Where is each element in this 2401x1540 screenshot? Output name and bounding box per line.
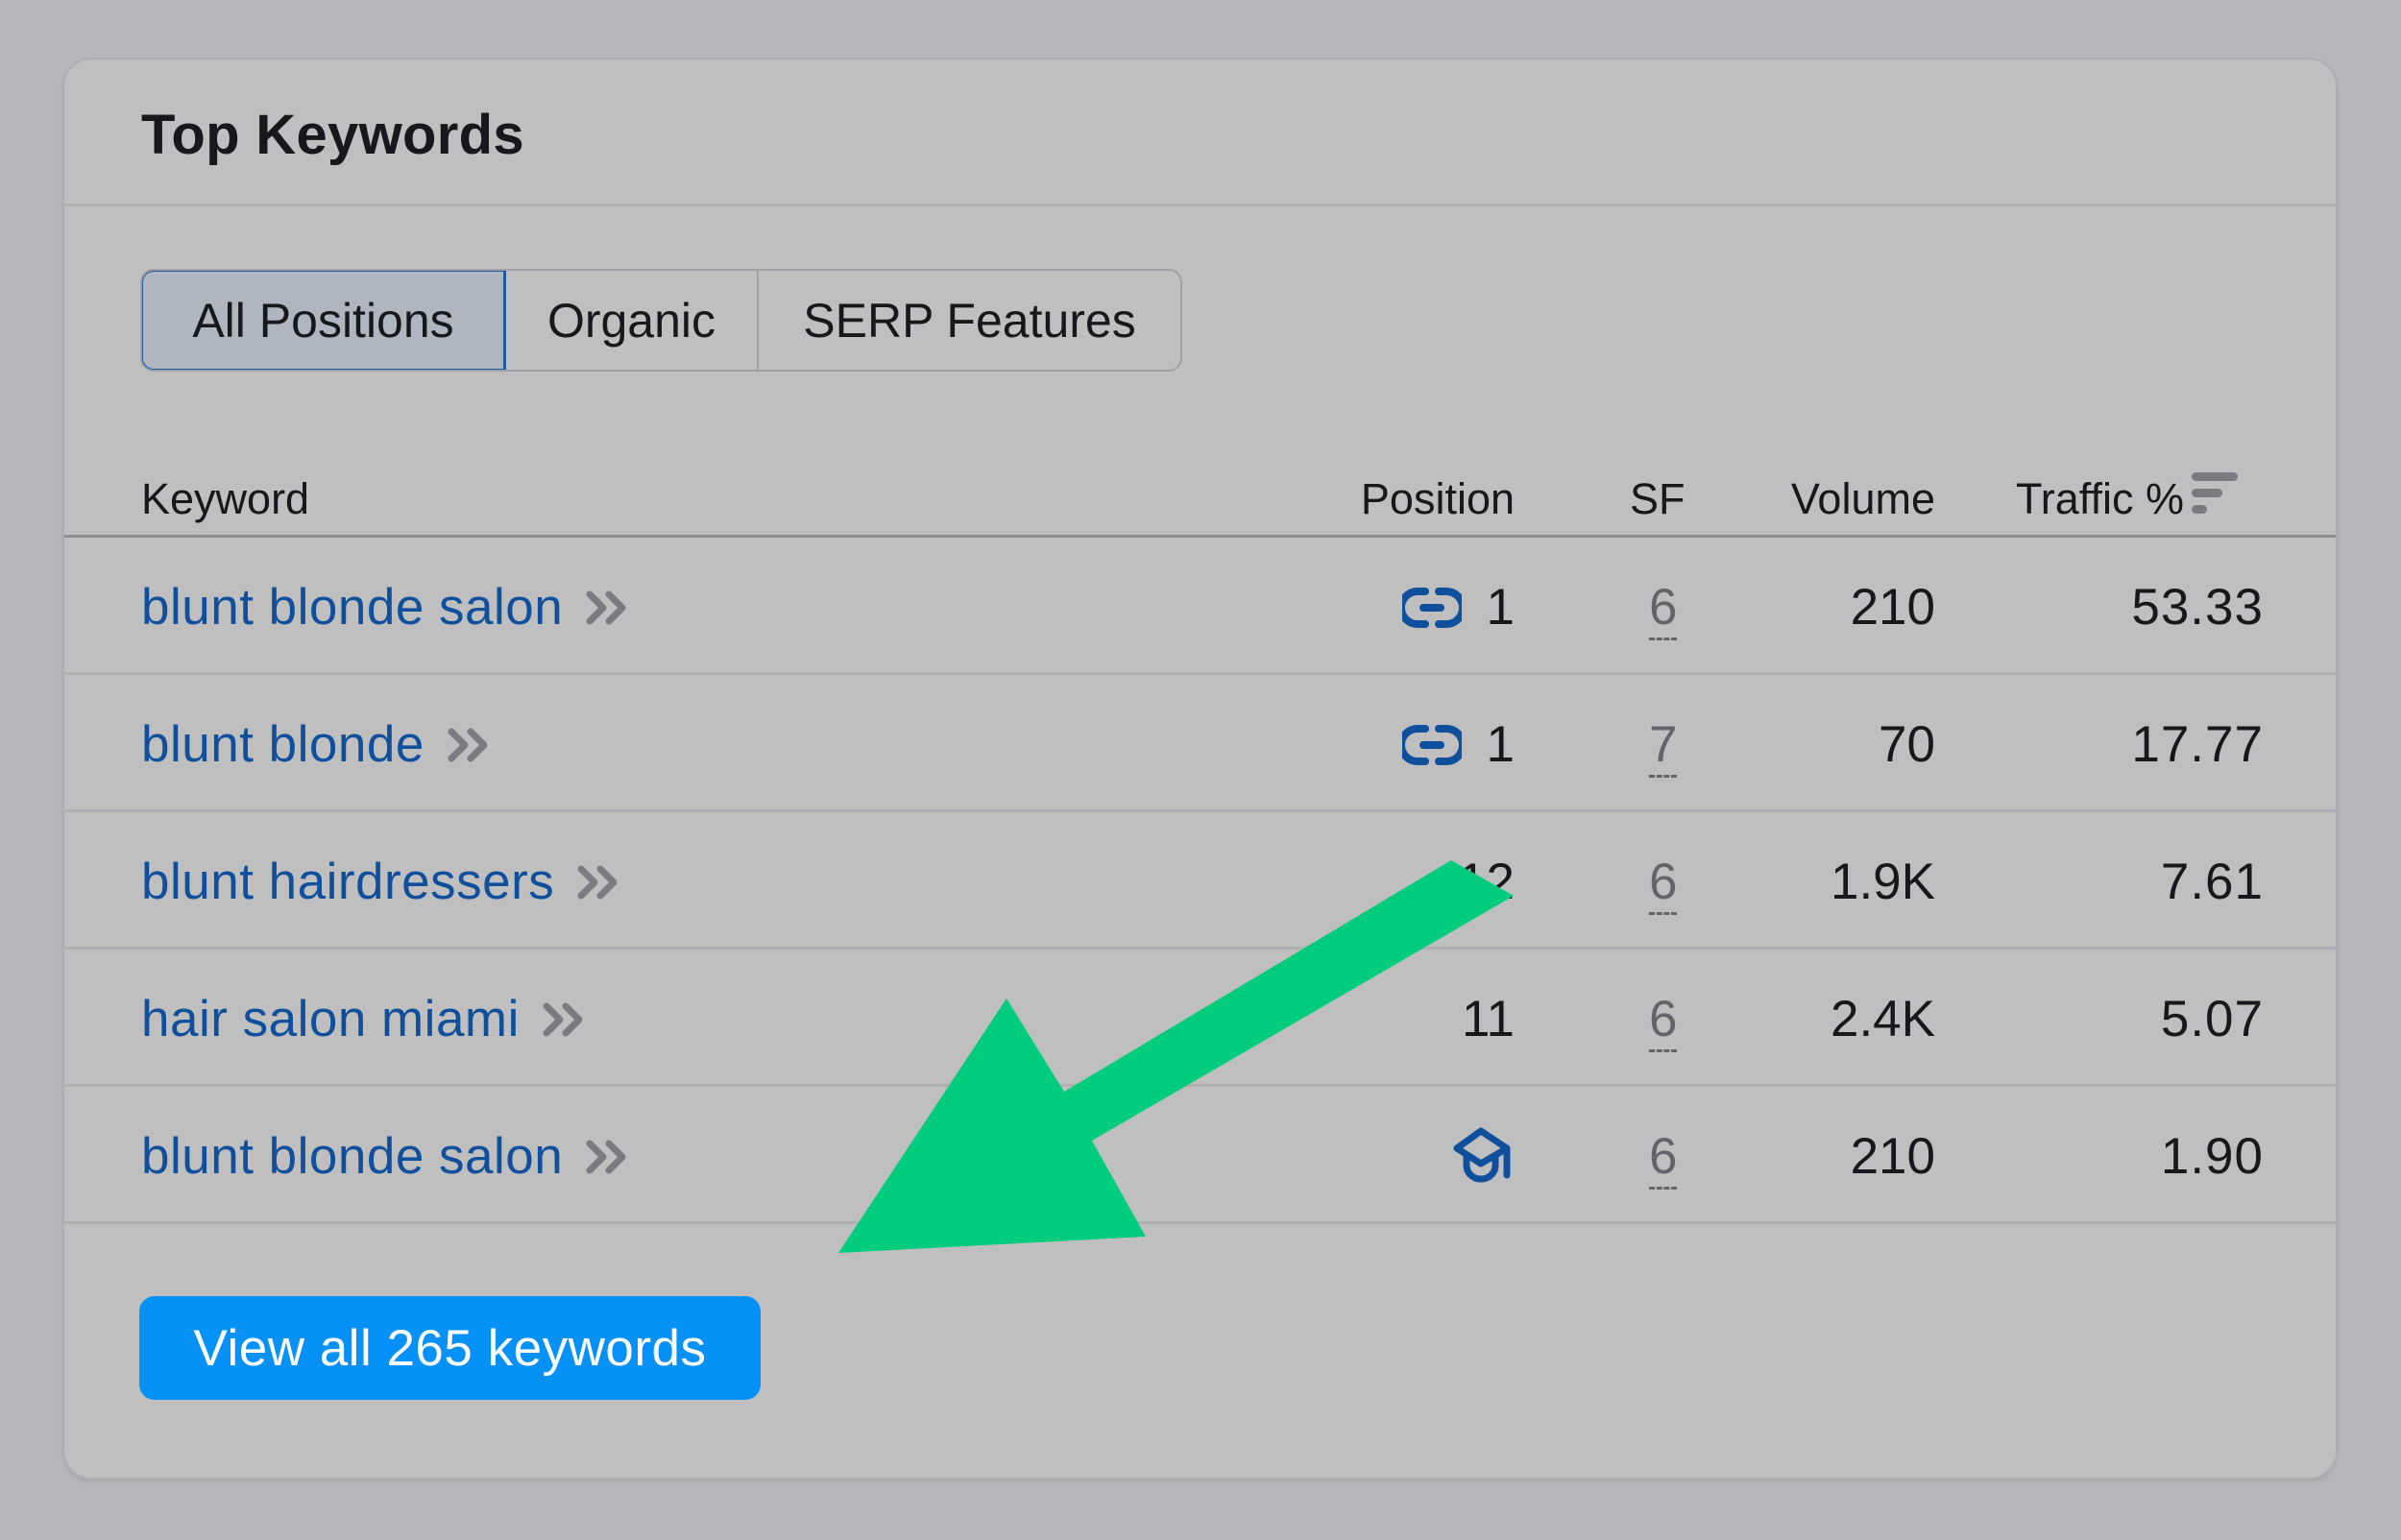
keyword-text: blunt blonde salon [141, 579, 564, 636]
table-row: hair salon miami 11 6 2.4K 5.07 [64, 950, 2336, 1087]
volume-value: 2.4K [1830, 991, 1935, 1047]
keyword-text: hair salon miami [141, 991, 520, 1047]
keyword-text: blunt blonde salon [141, 1128, 564, 1185]
keyword-link[interactable]: hair salon miami [141, 990, 589, 1048]
position-cell: 12 [1458, 853, 1515, 911]
column-header-traffic[interactable]: Traffic % [2016, 474, 2184, 524]
keyword-link[interactable]: blunt blonde salon [141, 1127, 632, 1186]
traffic-value: 17.77 [2131, 716, 2264, 773]
keyword-text: blunt hairdressers [141, 854, 555, 910]
table-header: Keyword Position SF Volume Traffic % [64, 444, 2336, 538]
keyword-link[interactable]: blunt blonde salon [141, 578, 632, 637]
traffic-value: 5.07 [2160, 991, 2264, 1047]
position-cell: 11 [1462, 990, 1515, 1048]
sort-descending-icon[interactable] [2192, 472, 2238, 515]
keyword-link[interactable]: blunt hairdressers [141, 853, 623, 911]
column-header-sf[interactable]: SF [1630, 474, 1686, 524]
serp-features-count[interactable]: 6 [1649, 853, 1678, 915]
table-row: blunt hairdressers 12 6 1.9K 7.61 [64, 812, 2336, 950]
position-value: 1 [1486, 716, 1515, 773]
table-row: blunt blonde salon 1 6 210 53.33 [64, 538, 2336, 675]
position-value: 11 [1461, 991, 1515, 1047]
link-icon [1401, 587, 1462, 628]
column-header-position[interactable]: Position [1361, 474, 1515, 524]
double-chevron-right-icon[interactable] [541, 1000, 589, 1039]
serp-features-count[interactable]: 6 [1649, 1127, 1678, 1190]
position-cell: 1 [1401, 715, 1515, 774]
double-chevron-right-icon[interactable] [584, 1138, 632, 1176]
double-chevron-right-icon[interactable] [575, 863, 623, 902]
volume-value: 70 [1879, 716, 1935, 773]
position-filter-tabs: All Positions Organic SERP Features [140, 269, 1182, 372]
tab-organic[interactable]: Organic [506, 271, 759, 370]
column-header-keyword[interactable]: Keyword [141, 474, 309, 524]
tab-all-positions[interactable]: All Positions [142, 271, 506, 370]
top-keywords-card: Top Keywords All Positions Organic SERP … [62, 58, 2338, 1480]
table-row: blunt blonde salon 6 210 1.90 [64, 1087, 2336, 1224]
volume-value: 210 [1850, 1128, 1935, 1185]
double-chevron-right-icon[interactable] [446, 726, 494, 764]
keyword-text: blunt blonde [141, 716, 424, 773]
column-header-volume[interactable]: Volume [1791, 474, 1935, 524]
position-cell: 1 [1401, 578, 1515, 637]
position-value: 12 [1458, 854, 1515, 910]
keywords-table: Keyword Position SF Volume Traffic % blu… [64, 444, 2336, 1224]
title-divider [64, 204, 2336, 206]
view-all-keywords-button[interactable]: View all 265 keywords [139, 1296, 761, 1400]
card-title: Top Keywords [141, 104, 524, 166]
position-value: 1 [1486, 579, 1515, 636]
tab-serp-features[interactable]: SERP Features [759, 271, 1180, 370]
volume-value: 210 [1850, 579, 1935, 636]
serp-features-count[interactable]: 6 [1649, 578, 1678, 640]
double-chevron-right-icon[interactable] [584, 589, 632, 627]
traffic-value: 1.90 [2160, 1128, 2264, 1185]
keyword-link[interactable]: blunt blonde [141, 715, 494, 774]
traffic-value: 7.61 [2160, 854, 2264, 910]
serp-features-count[interactable]: 7 [1649, 715, 1678, 778]
link-icon [1401, 724, 1462, 765]
serp-features-count[interactable]: 6 [1649, 990, 1678, 1052]
position-cell [1451, 1127, 1515, 1185]
table-row: blunt blonde 1 7 70 17.77 [64, 675, 2336, 812]
volume-value: 1.9K [1830, 854, 1935, 910]
traffic-value: 53.33 [2131, 579, 2264, 636]
graduation-cap-icon [1453, 1127, 1511, 1183]
